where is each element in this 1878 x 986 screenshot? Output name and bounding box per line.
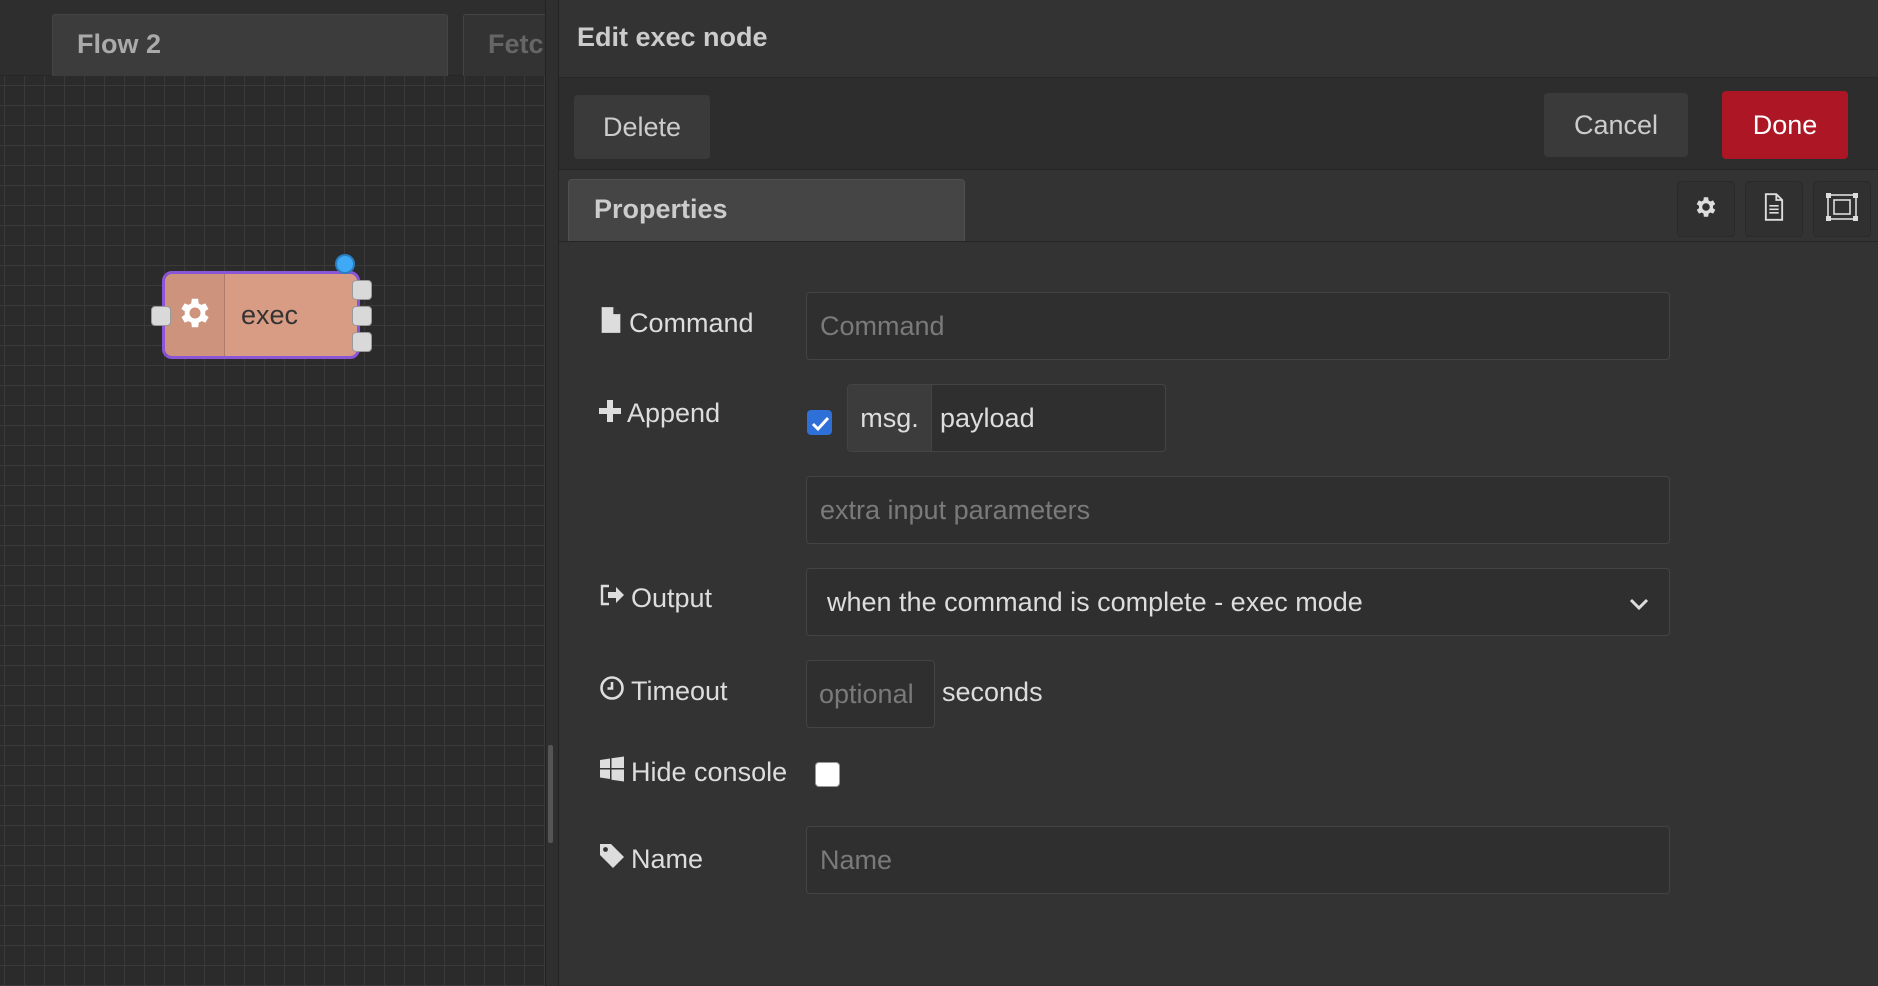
node-changed-indicator xyxy=(335,254,355,274)
command-label: Command xyxy=(599,306,754,341)
output-label: Output xyxy=(599,583,712,614)
timeout-unit-label: seconds xyxy=(942,677,1043,707)
node-output-port-stdout[interactable] xyxy=(352,280,372,300)
hide-console-checkbox[interactable] xyxy=(815,762,840,787)
windows-icon xyxy=(599,756,625,789)
node-label: exec xyxy=(241,299,299,330)
extra-parameters-input[interactable] xyxy=(806,476,1670,544)
done-button[interactable]: Done xyxy=(1722,91,1848,159)
editor-tabs: Properties xyxy=(559,170,1878,242)
clock-icon xyxy=(599,675,625,708)
node-appearance-button[interactable] xyxy=(1813,181,1871,237)
tray-header: Edit exec node xyxy=(559,0,1878,78)
typed-input-value[interactable]: payload xyxy=(932,385,1165,451)
timeout-label: Timeout xyxy=(599,675,728,708)
node-output-port-rc[interactable] xyxy=(352,332,372,352)
editor-tray: Edit exec node Delete Cancel Done Proper… xyxy=(559,0,1878,986)
append-label: Append xyxy=(599,398,720,429)
output-label-text: Output xyxy=(631,583,713,613)
cancel-button[interactable]: Cancel xyxy=(1544,93,1688,157)
name-input[interactable] xyxy=(806,826,1670,894)
file-icon xyxy=(599,306,623,341)
tab-properties[interactable]: Properties xyxy=(568,179,965,241)
append-label-text: Append xyxy=(627,398,721,428)
tab-flow-2[interactable]: Flow 2 xyxy=(52,14,448,76)
tray-toolbar: Delete Cancel Done xyxy=(559,78,1878,170)
command-input[interactable] xyxy=(806,292,1670,360)
tab-fetch[interactable]: Fetc xyxy=(463,14,545,76)
flow-tab-bar: Flow 2 Fetc xyxy=(0,0,545,76)
node-icon-area xyxy=(165,274,225,356)
node-description-button[interactable] xyxy=(1745,181,1803,237)
delete-button[interactable]: Delete xyxy=(574,95,710,159)
document-icon xyxy=(1761,192,1787,226)
editor-title: Edit exec node xyxy=(577,22,768,52)
timeout-input[interactable]: optional xyxy=(806,660,935,728)
chevron-down-icon xyxy=(1629,587,1649,618)
output-mode-value: when the command is complete - exec mode xyxy=(827,586,1363,617)
command-label-text: Command xyxy=(629,308,754,338)
name-label-text: Name xyxy=(631,844,704,874)
gear-icon xyxy=(176,294,214,337)
node-output-port-stderr[interactable] xyxy=(352,306,372,326)
gear-icon xyxy=(1693,194,1719,225)
workspace-canvas[interactable]: Flow 2 Fetc exec xyxy=(0,0,545,986)
timeout-label-text: Timeout xyxy=(631,676,728,706)
node-settings-button[interactable] xyxy=(1677,181,1735,237)
exec-node[interactable]: exec xyxy=(162,271,360,359)
tag-icon xyxy=(599,843,625,876)
appearance-icon xyxy=(1826,192,1858,226)
splitter-handle[interactable] xyxy=(548,745,553,843)
output-mode-select[interactable]: when the command is complete - exec mode xyxy=(806,568,1670,636)
typed-input-type-selector[interactable]: msg. xyxy=(848,385,932,451)
append-typed-input[interactable]: msg. payload xyxy=(847,384,1166,452)
sign-out-icon xyxy=(599,583,625,614)
hide-console-label: Hide console xyxy=(599,756,787,789)
hide-console-label-text: Hide console xyxy=(631,757,788,787)
name-label: Name xyxy=(599,843,703,876)
append-checkbox[interactable] xyxy=(807,410,832,435)
plus-icon xyxy=(599,398,621,429)
node-input-port[interactable] xyxy=(151,306,171,326)
